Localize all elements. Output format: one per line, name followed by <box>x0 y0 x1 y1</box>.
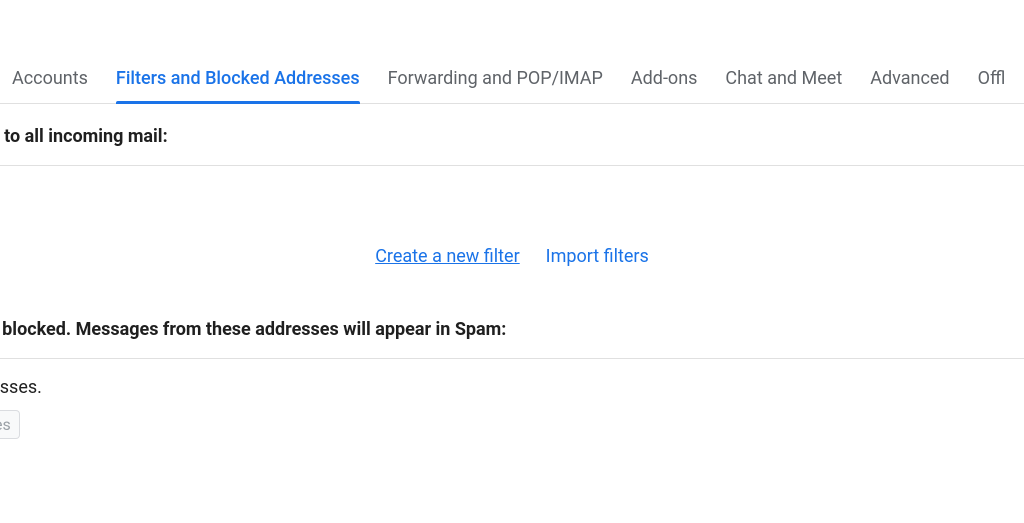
blocked-addresses-text: ed addresses. <box>0 359 1024 398</box>
tab-offline[interactable]: Offl <box>978 58 1006 103</box>
import-filters-link[interactable]: Import filters <box>546 246 649 267</box>
filter-actions: Create a new filter Import filters <box>0 166 1024 303</box>
tab-accounts[interactable]: Accounts <box>12 58 88 103</box>
settings-tabs: Accounts Filters and Blocked Addresses F… <box>0 58 1024 104</box>
tab-filters-blocked[interactable]: Filters and Blocked Addresses <box>116 58 360 103</box>
truncated-button[interactable]: es <box>0 410 20 439</box>
tab-forwarding-pop-imap[interactable]: Forwarding and POP/IMAP <box>388 58 603 103</box>
create-filter-link[interactable]: Create a new filter <box>375 246 520 267</box>
blocked-section-heading: sses are blocked. Messages from these ad… <box>0 303 1024 359</box>
tab-addons[interactable]: Add-ons <box>631 58 698 103</box>
tab-advanced[interactable]: Advanced <box>870 58 949 103</box>
filters-section-heading: pplied to all incoming mail: <box>0 104 1024 166</box>
tab-chat-meet[interactable]: Chat and Meet <box>725 58 842 103</box>
